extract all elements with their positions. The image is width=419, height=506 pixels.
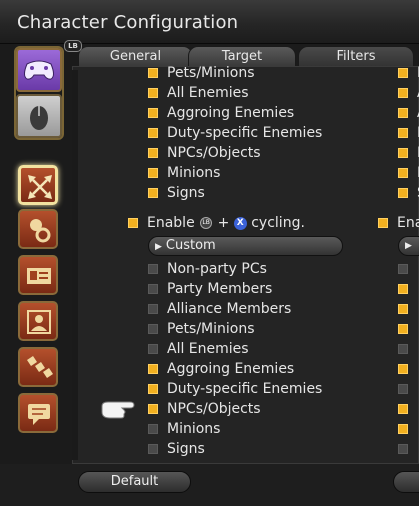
dropdown-arrow-icon: ▶	[155, 242, 162, 252]
filter-checkbox[interactable]	[148, 344, 158, 354]
enable-suffix: cycling.	[251, 215, 305, 231]
enable-prefix: Enable	[147, 215, 195, 231]
right-filter-checkbox[interactable]	[398, 68, 408, 78]
category-hotbar-button[interactable]	[18, 347, 58, 387]
plus-sign: +	[217, 215, 230, 231]
mouse-icon	[30, 106, 48, 130]
window-title: Character Configuration	[17, 12, 239, 33]
default-button[interactable]: Default	[78, 471, 191, 493]
filter-checkbox[interactable]	[148, 304, 158, 314]
filter-checkbox[interactable]	[148, 88, 158, 98]
right-filter-checkbox[interactable]	[398, 264, 408, 274]
right-filter-checkbox[interactable]	[398, 108, 408, 118]
filter-checkbox[interactable]	[148, 128, 158, 138]
right-filter-checkbox[interactable]	[398, 404, 408, 414]
filter-label: NPCs/Objects	[167, 401, 261, 417]
target-arrows-icon	[28, 175, 52, 199]
filter-label: Duty-specific Enemies	[167, 125, 323, 141]
dropdown-value: Custom	[165, 238, 216, 253]
chat-bubble-icon	[28, 404, 50, 425]
right-enable-checkbox[interactable]	[378, 218, 388, 228]
filter-checkbox[interactable]	[148, 364, 158, 374]
filter-label: Pets/Minions	[167, 65, 255, 81]
filter-label: Duty-specific Enemies	[167, 381, 323, 397]
filter-checkbox[interactable]	[148, 384, 158, 394]
right-filter-checkbox[interactable]	[398, 324, 408, 334]
filter-label: Alliance Members	[167, 301, 292, 317]
lb-shortcut-badge: LB	[64, 40, 82, 52]
right-column-clipped: PAADNMSEna▶	[372, 66, 419, 464]
filter-checkbox[interactable]	[148, 404, 158, 414]
id-card-icon	[27, 268, 51, 284]
right-filter-checkbox[interactable]	[398, 424, 408, 434]
mouse-mode-button[interactable]	[16, 94, 62, 138]
filter-checkbox[interactable]	[148, 264, 158, 274]
filter-checkbox[interactable]	[148, 168, 158, 178]
right-filter-checkbox[interactable]	[398, 128, 408, 138]
x-button-icon: X	[233, 216, 247, 230]
portrait-icon	[27, 310, 51, 334]
filter-label: Signs	[167, 441, 205, 457]
filter-label: Non-party PCs	[167, 261, 267, 277]
gamepad-mode-button[interactable]	[16, 48, 62, 92]
filter-checkbox[interactable]	[148, 148, 158, 158]
category-gear-button[interactable]	[18, 209, 58, 249]
filter-label: Aggroing Enemies	[167, 361, 295, 377]
category-card-button[interactable]	[18, 255, 58, 295]
right-filter-checkbox[interactable]	[398, 88, 408, 98]
tab-filters[interactable]: Filters	[298, 46, 414, 67]
cycling-preset-dropdown[interactable]: ▶ Custom	[148, 236, 343, 256]
category-chat-button[interactable]	[18, 393, 58, 433]
filter-checkbox[interactable]	[148, 108, 158, 118]
filter-label: NPCs/Objects	[167, 145, 261, 161]
filter-checkbox[interactable]	[148, 324, 158, 334]
right-filter-checkbox[interactable]	[398, 148, 408, 158]
filter-label: Signs	[167, 185, 205, 201]
right-filter-checkbox[interactable]	[398, 284, 408, 294]
filter-label: Aggroing Enemies	[167, 105, 295, 121]
right-filter-checkbox[interactable]	[398, 384, 408, 394]
character-configuration-window: Character Configuration LB General Targe…	[0, 0, 419, 506]
category-portrait-button[interactable]	[18, 301, 58, 341]
filter-label: Pets/Minions	[167, 321, 255, 337]
filter-label: Party Members	[167, 281, 273, 297]
right-filter-checkbox[interactable]	[398, 364, 408, 374]
scrollbar[interactable]	[72, 70, 78, 460]
apply-button-clipped[interactable]	[393, 471, 419, 493]
right-filter-checkbox[interactable]	[398, 188, 408, 198]
hotbar-icon	[27, 356, 53, 378]
pointing-hand-cursor-icon	[101, 401, 135, 419]
filter-checkbox[interactable]	[148, 424, 158, 434]
gear-bag-icon	[30, 219, 51, 243]
filter-checkbox[interactable]	[148, 284, 158, 294]
filter-label: Minions	[167, 165, 221, 181]
filter-checkbox[interactable]	[148, 68, 158, 78]
lb-button-icon: LB	[200, 217, 213, 229]
category-target-button[interactable]	[18, 165, 58, 205]
right-filter-checkbox[interactable]	[398, 304, 408, 314]
filter-label: All Enemies	[167, 341, 249, 357]
right-filter-checkbox[interactable]	[398, 168, 408, 178]
sidebar	[8, 44, 66, 506]
right-dropdown[interactable]: ▶	[398, 236, 419, 256]
filter-label: All Enemies	[167, 85, 249, 101]
right-filter-checkbox[interactable]	[398, 344, 408, 354]
footer-bar	[0, 464, 419, 506]
right-enable-label: Ena	[397, 215, 419, 231]
filter-checkbox[interactable]	[148, 188, 158, 198]
title-bar: Character Configuration	[0, 0, 419, 44]
filter-label: Minions	[167, 421, 221, 437]
enable-cycling-checkbox[interactable]	[128, 218, 138, 228]
right-filter-checkbox[interactable]	[398, 444, 408, 454]
filter-checkbox[interactable]	[148, 444, 158, 454]
gamepad-icon	[24, 60, 54, 80]
